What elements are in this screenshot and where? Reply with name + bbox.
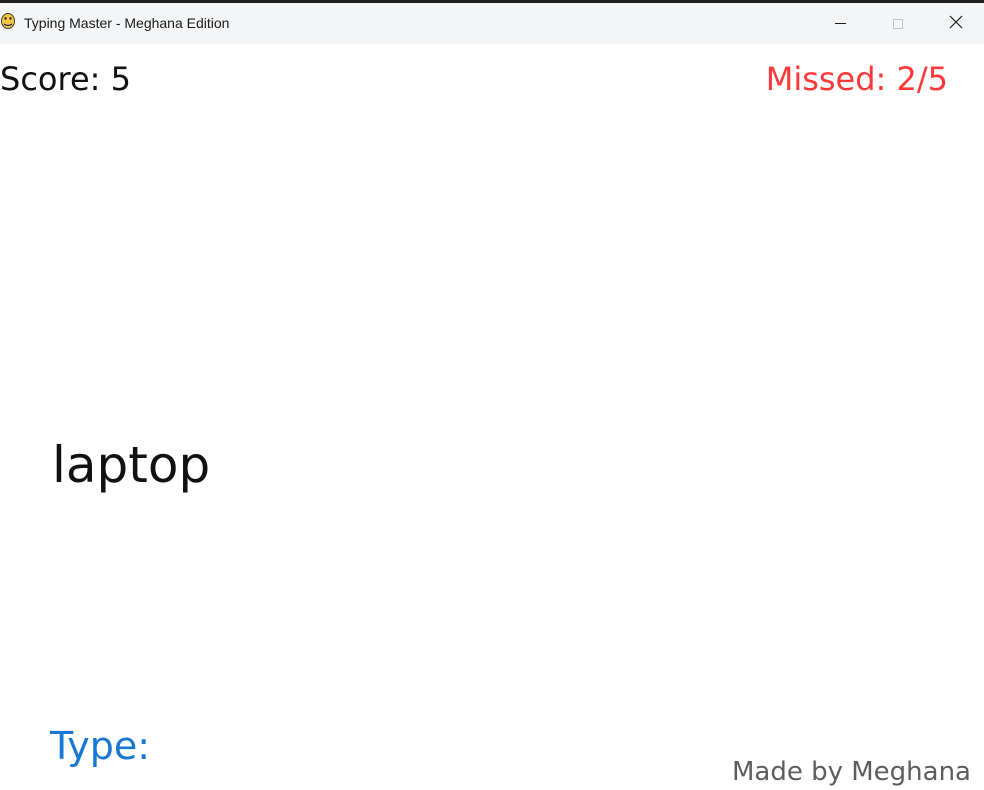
window-title: Typing Master - Meghana Edition (24, 15, 230, 31)
typed-text-input[interactable] (162, 724, 562, 768)
minimize-icon (834, 23, 846, 24)
close-button[interactable] (927, 3, 984, 44)
credit-text: Made by Meghana (731, 757, 971, 787)
maximize-icon (893, 18, 903, 29)
game-canvas[interactable]: Score: 5 Missed: 2/5 laptop Type: Made b… (0, 44, 984, 790)
close-icon (949, 14, 963, 33)
window-title-bar[interactable]: Typing Master - Meghana Edition (0, 0, 984, 44)
type-prompt-label: Type: (50, 724, 151, 768)
falling-word: laptop (52, 436, 211, 494)
minimize-button[interactable] (811, 3, 869, 44)
pygame-snake-icon (0, 12, 16, 30)
maximize-button[interactable] (869, 3, 927, 44)
missed-counter: Missed: 2/5 (765, 60, 948, 98)
score-counter: Score: 5 (0, 60, 131, 98)
